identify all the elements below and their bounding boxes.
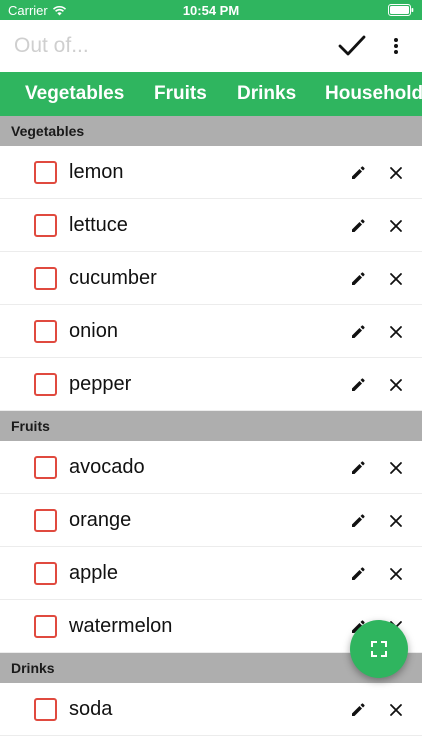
edit-item-button[interactable]	[348, 375, 368, 395]
fullscreen-icon	[371, 641, 387, 657]
close-icon	[390, 167, 402, 179]
item-label: lemon	[69, 161, 124, 183]
close-icon	[390, 220, 402, 232]
edit-item-button[interactable]	[348, 458, 368, 478]
category-tabs: Vegetables Fruits Drinks Household	[0, 72, 422, 116]
confirm-button[interactable]	[336, 32, 368, 60]
pencil-icon	[352, 461, 365, 474]
edit-item-button[interactable]	[348, 269, 368, 289]
list-item: onion	[0, 305, 422, 358]
checkmark-icon	[338, 35, 366, 56]
close-icon	[390, 515, 402, 527]
item-label: watermelon	[69, 615, 173, 637]
pencil-icon	[352, 325, 365, 338]
edit-item-button[interactable]	[348, 163, 368, 183]
item-checkbox[interactable]	[34, 320, 57, 343]
delete-item-button[interactable]	[386, 458, 406, 478]
more-vertical-icon	[394, 38, 398, 54]
list-item: soda	[0, 683, 422, 736]
delete-item-button[interactable]	[386, 269, 406, 289]
item-label: pepper	[69, 373, 132, 395]
tab-fruits[interactable]: Fruits	[154, 72, 207, 116]
item-label: orange	[69, 509, 132, 531]
status-bar: Carrier 10:54 PM	[0, 0, 422, 20]
pencil-icon	[352, 166, 365, 179]
item-label: apple	[69, 562, 118, 584]
close-icon	[390, 568, 402, 580]
pencil-icon	[352, 219, 365, 232]
item-checkbox[interactable]	[34, 698, 57, 721]
search-input[interactable]	[14, 32, 314, 60]
item-label: onion	[69, 320, 118, 342]
more-options-button[interactable]	[384, 32, 408, 60]
item-label: cucumber	[69, 267, 157, 289]
section-header-vegetables: Vegetables	[0, 116, 422, 146]
edit-item-button[interactable]	[348, 700, 368, 720]
status-time: 10:54 PM	[182, 3, 240, 18]
list-item: avocado	[0, 441, 422, 494]
section-header-fruits: Fruits	[0, 411, 422, 441]
app-header	[0, 20, 422, 72]
close-icon	[390, 326, 402, 338]
close-icon	[390, 273, 402, 285]
edit-item-button[interactable]	[348, 322, 368, 342]
delete-item-button[interactable]	[386, 163, 406, 183]
item-label: lettuce	[69, 214, 128, 236]
item-label: avocado	[69, 456, 145, 478]
item-checkbox[interactable]	[34, 161, 57, 184]
fullscreen-button[interactable]	[350, 620, 408, 678]
tab-household[interactable]: Household	[325, 72, 422, 116]
list-item: pepper	[0, 358, 422, 411]
tab-vegetables[interactable]: Vegetables	[25, 72, 124, 116]
item-checkbox[interactable]	[34, 214, 57, 237]
item-label: soda	[69, 698, 113, 720]
pencil-icon	[352, 567, 365, 580]
close-icon	[390, 462, 402, 474]
list-item: apple	[0, 547, 422, 600]
pencil-icon	[352, 378, 365, 391]
item-checkbox[interactable]	[34, 373, 57, 396]
delete-item-button[interactable]	[386, 700, 406, 720]
delete-item-button[interactable]	[386, 375, 406, 395]
list-item: orange	[0, 494, 422, 547]
list-item: lettuce	[0, 199, 422, 252]
battery-icon	[388, 4, 414, 19]
pencil-icon	[352, 703, 365, 716]
edit-item-button[interactable]	[348, 216, 368, 236]
list-item: lemon	[0, 146, 422, 199]
close-icon	[390, 379, 402, 391]
tab-drinks[interactable]: Drinks	[237, 72, 296, 116]
list-item: cucumber	[0, 252, 422, 305]
edit-item-button[interactable]	[348, 564, 368, 584]
item-checkbox[interactable]	[34, 615, 57, 638]
item-checkbox[interactable]	[34, 509, 57, 532]
item-checkbox[interactable]	[34, 456, 57, 479]
item-checkbox[interactable]	[34, 562, 57, 585]
delete-item-button[interactable]	[386, 322, 406, 342]
edit-item-button[interactable]	[348, 511, 368, 531]
item-checkbox[interactable]	[34, 267, 57, 290]
delete-item-button[interactable]	[386, 564, 406, 584]
delete-item-button[interactable]	[386, 511, 406, 531]
pencil-icon	[352, 514, 365, 527]
close-icon	[390, 704, 402, 716]
pencil-icon	[352, 272, 365, 285]
delete-item-button[interactable]	[386, 216, 406, 236]
